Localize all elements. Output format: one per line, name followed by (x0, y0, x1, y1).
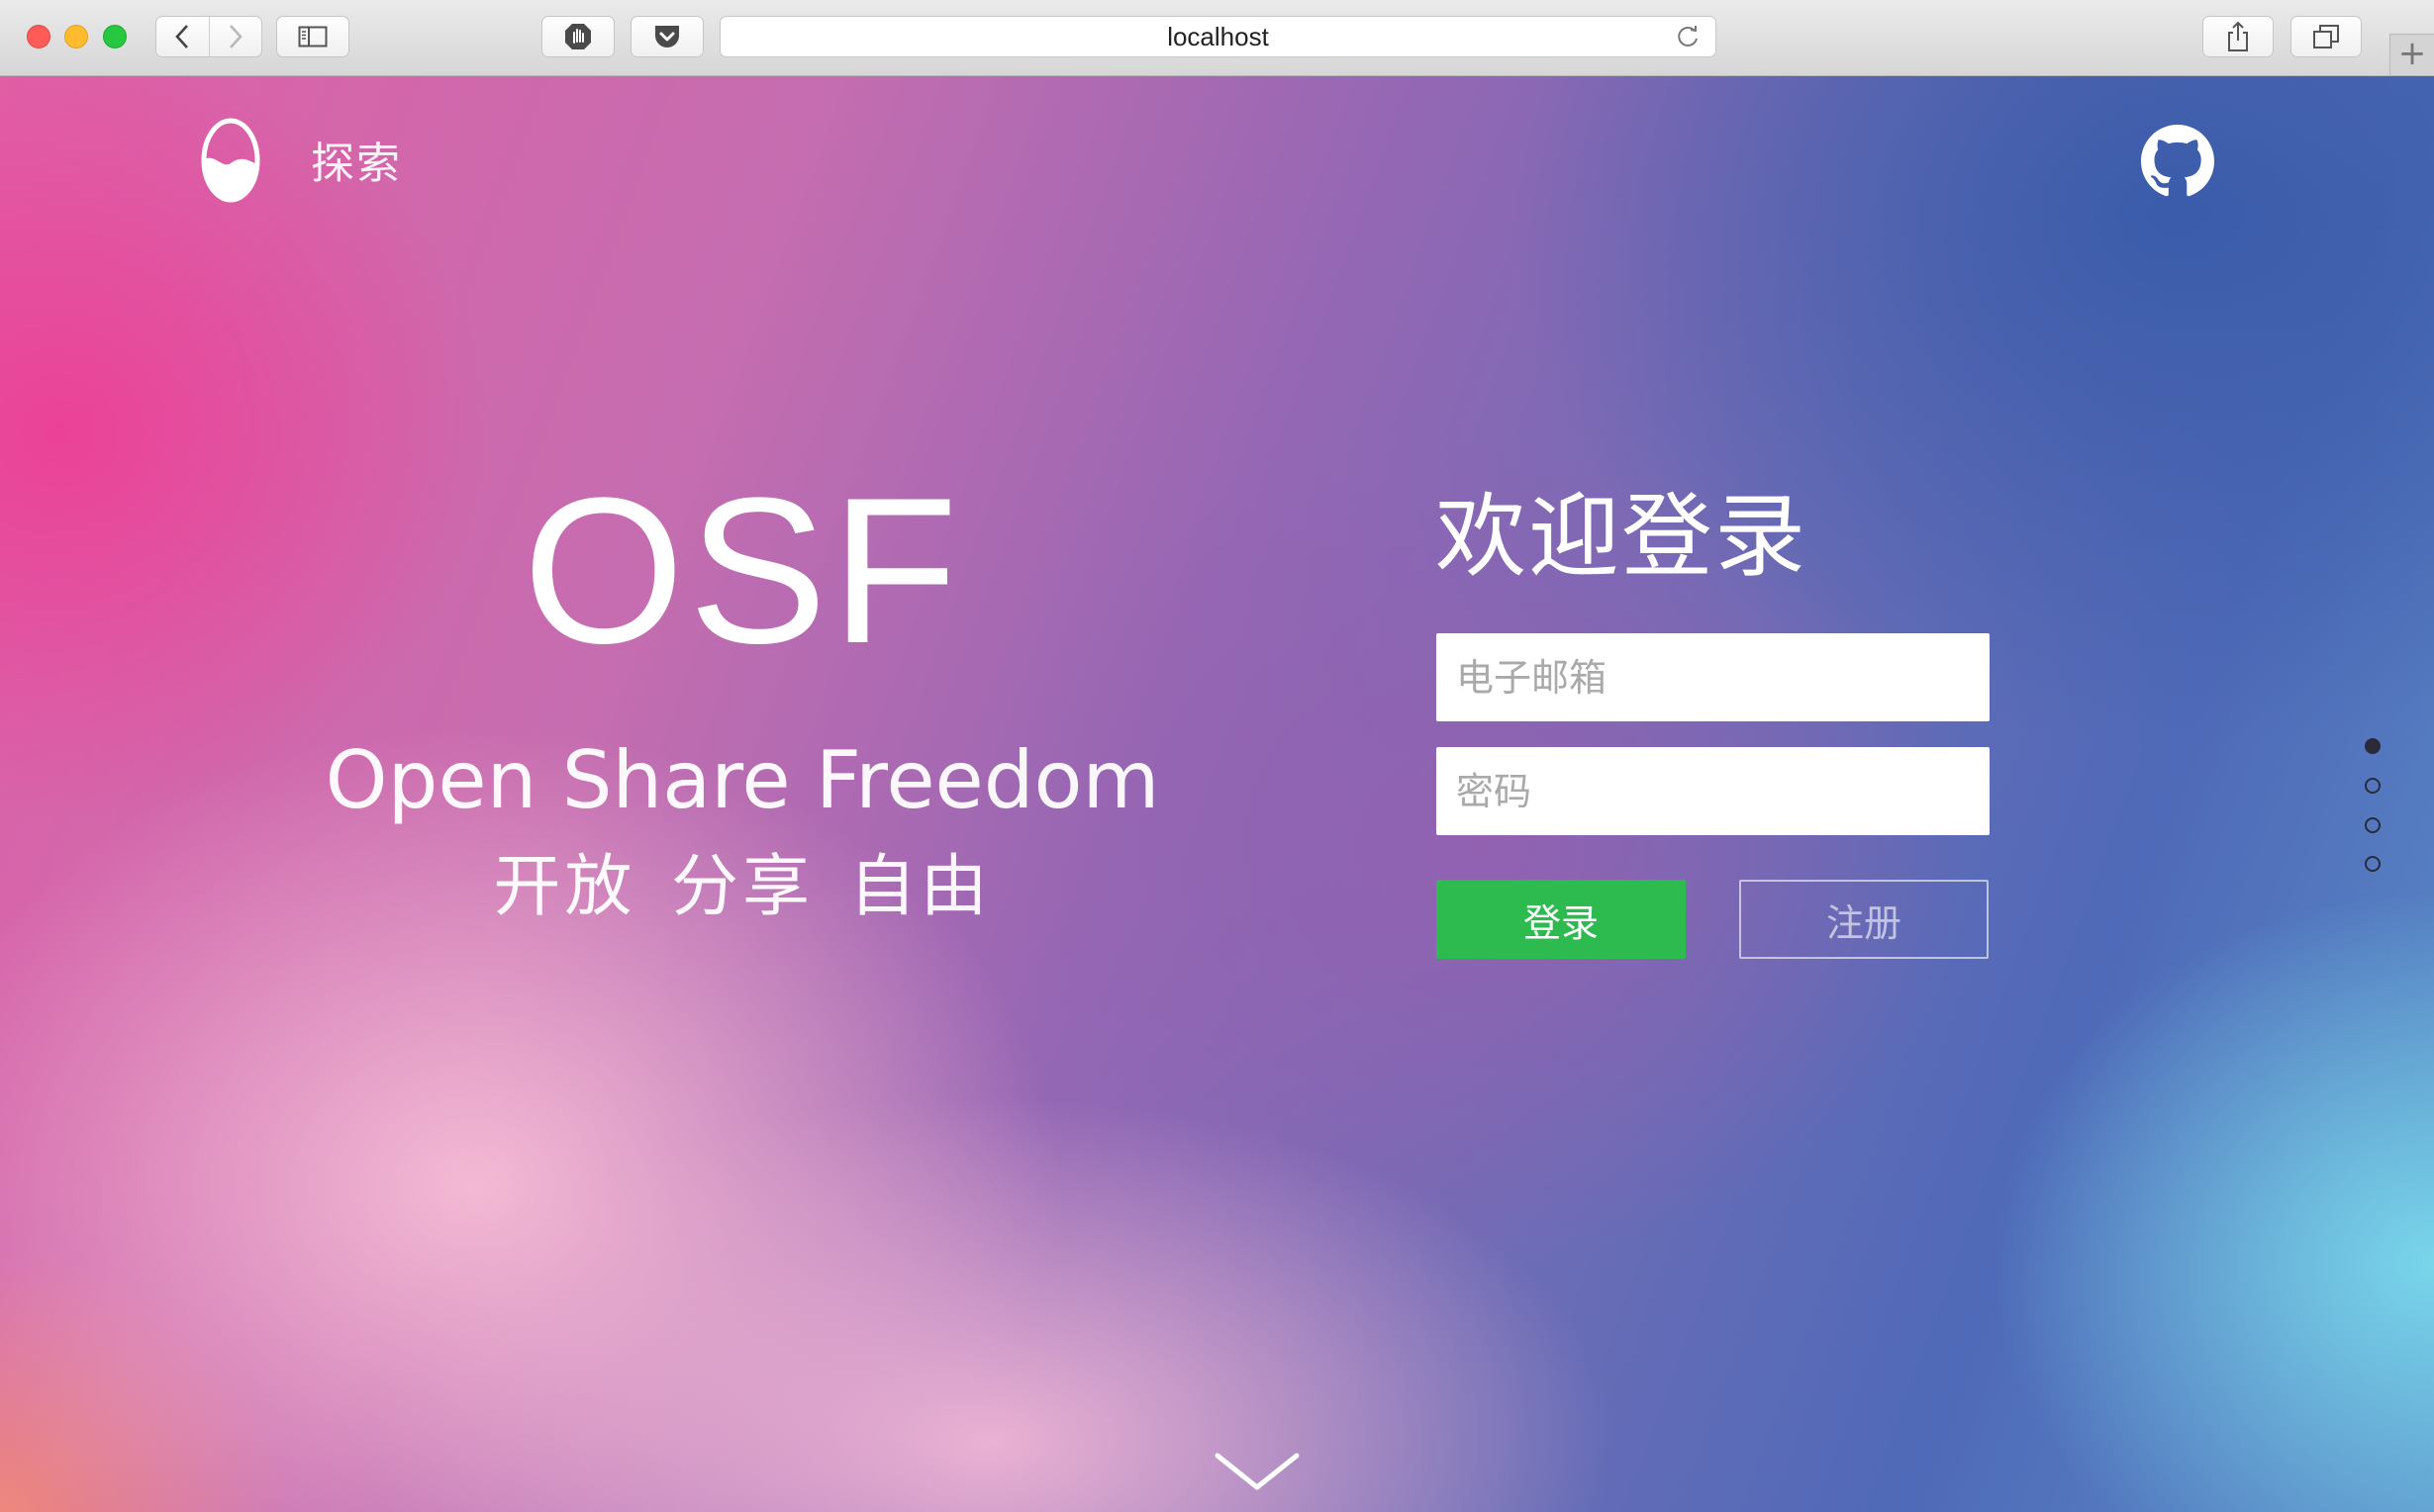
share-button[interactable] (2202, 16, 2274, 57)
hero-subtitle: Open Share Freedom (325, 734, 1160, 826)
register-button[interactable]: 注册 (1739, 880, 1989, 959)
back-icon (175, 25, 189, 48)
nav-explore-link[interactable]: 探索 (311, 128, 402, 191)
hero-title: OSF (523, 454, 962, 687)
hand-icon (565, 24, 591, 49)
browser-toolbar: localhost + (0, 0, 2434, 76)
github-icon[interactable] (2141, 125, 2214, 198)
login-title: 欢迎登录 (1435, 484, 1808, 590)
logo-icon[interactable] (201, 118, 260, 203)
page-hero: 探索 OSF Open Share Freedom 开放 分享 自由 欢迎登录 … (0, 76, 2434, 1512)
hero-tagline: 开放 分享 自由 (493, 848, 992, 926)
address-bar[interactable]: localhost (720, 16, 1716, 57)
new-tab-button[interactable]: + (2389, 34, 2434, 75)
tabs-icon (2313, 25, 2339, 48)
address-text: localhost (1167, 21, 1269, 51)
login-button[interactable]: 登录 (1436, 880, 1686, 959)
forward-icon (229, 25, 243, 48)
sidebar-toggle-button[interactable] (276, 16, 349, 57)
sidebar-icon (298, 26, 328, 47)
history-nav (155, 16, 262, 57)
pocket-icon (655, 26, 679, 47)
pagination-dot[interactable] (2365, 856, 2381, 872)
pocket-button[interactable] (631, 16, 704, 57)
content-blocker-button[interactable] (541, 16, 615, 57)
pagination-dot[interactable] (2365, 817, 2381, 833)
pagination-dot[interactable] (2365, 778, 2381, 794)
back-button[interactable] (156, 17, 209, 56)
forward-button[interactable] (208, 17, 262, 56)
window-close-button[interactable] (27, 25, 50, 48)
chevron-down-icon[interactable] (1214, 1450, 1301, 1495)
window-zoom-button[interactable] (103, 25, 127, 48)
show-tabs-button[interactable] (2290, 16, 2362, 57)
window-minimize-button[interactable] (64, 25, 88, 48)
pagination-dot[interactable] (2365, 738, 2381, 754)
password-field[interactable] (1436, 747, 1990, 835)
email-field[interactable] (1436, 633, 1990, 721)
share-icon (2228, 21, 2248, 51)
reload-icon[interactable] (1674, 23, 1702, 50)
